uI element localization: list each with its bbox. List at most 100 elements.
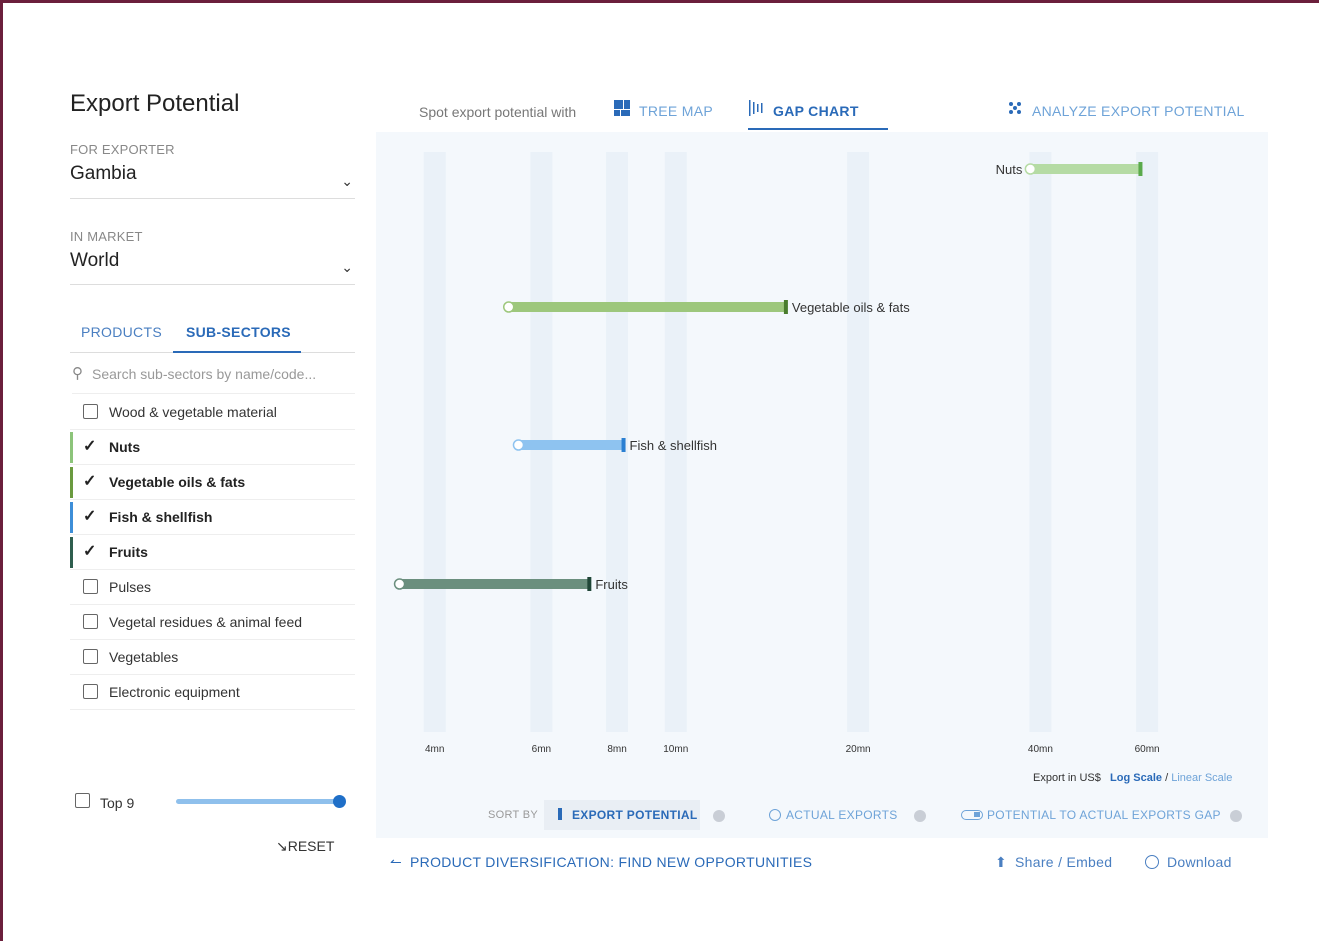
sort-gap-label: POTENTIAL TO ACTUAL EXPORTS GAP	[987, 808, 1221, 822]
checkbox[interactable]	[83, 614, 98, 629]
checkbox[interactable]	[83, 404, 98, 419]
tab-products[interactable]: PRODUCTS	[81, 324, 162, 340]
list-item-label: Pulses	[109, 579, 152, 595]
tree-map-button[interactable]: TREE MAP	[614, 100, 713, 119]
actual-export-point[interactable]	[502, 301, 515, 313]
check-icon[interactable]: ✓	[83, 436, 96, 456]
search-input[interactable]: ⚲ Search sub-sectors by name/code...	[72, 362, 355, 394]
axis-unit-label: Export in US$	[1033, 772, 1101, 784]
help-icon[interactable]	[713, 810, 725, 822]
analyze-icon	[1007, 100, 1023, 119]
search-placeholder: Search sub-sectors by name/code...	[92, 366, 317, 382]
potential-marker[interactable]	[621, 438, 626, 452]
check-icon[interactable]: ✓	[83, 506, 96, 526]
x-tick-label: 10mn	[663, 744, 688, 755]
check-icon[interactable]: ✓	[83, 541, 96, 561]
actual-export-point[interactable]	[512, 439, 525, 451]
x-tick-label: 60mn	[1135, 744, 1160, 755]
list-item[interactable]: Pulses	[70, 570, 355, 605]
market-value: World	[70, 250, 120, 271]
sort-bar: SORT BY EXPORT POTENTIAL ACTUAL EXPORTS …	[376, 796, 1268, 836]
spot-text: Spot export potential with	[419, 104, 577, 120]
sort-export-potential-button[interactable]: EXPORT POTENTIAL	[544, 800, 700, 830]
active-view-indicator	[748, 128, 888, 130]
gap-icon	[961, 810, 983, 820]
help-icon[interactable]	[1230, 810, 1242, 822]
top-n-checkbox[interactable]	[75, 793, 90, 808]
exporter-select[interactable]: FOR EXPORTER Gambia ⌄	[70, 142, 355, 199]
potential-marker[interactable]	[783, 300, 788, 314]
gridline	[1029, 152, 1052, 732]
tab-sub-sectors[interactable]: SUB-SECTORS	[186, 324, 291, 340]
share-icon: ⬆	[995, 854, 1008, 870]
actual-exports-icon	[769, 809, 781, 821]
actual-export-point[interactable]	[393, 578, 406, 590]
gap-bar[interactable]	[508, 302, 786, 312]
list-item[interactable]: Vegetables	[70, 640, 355, 675]
series-color-bar	[70, 502, 73, 533]
list-item-label: Vegetable oils & fats	[109, 474, 246, 490]
x-tick-label: 4mn	[425, 744, 444, 755]
list-item-label: Vegetal residues & animal feed	[109, 614, 303, 630]
gridline	[1136, 152, 1159, 732]
gap-bar[interactable]	[518, 440, 624, 450]
help-icon[interactable]	[914, 810, 926, 822]
linear-scale-link[interactable]: Linear Scale	[1171, 772, 1232, 784]
gap-bar[interactable]	[1030, 164, 1141, 174]
exporter-value: Gambia	[70, 163, 137, 184]
list-item[interactable]: Vegetal residues & animal feed	[70, 605, 355, 640]
list-item-label: Fruits	[109, 544, 148, 560]
top-n-label: Top 9	[100, 795, 135, 811]
reset-button[interactable]: ↘RESET	[276, 838, 334, 855]
series-label: Nuts	[996, 162, 1023, 177]
chevron-down-icon: ⌄	[341, 173, 353, 189]
analyze-label: ANALYZE EXPORT POTENTIAL	[1032, 103, 1245, 119]
check-icon[interactable]: ✓	[83, 471, 96, 491]
product-diversification-link[interactable]: ↼ PRODUCT DIVERSIFICATION: FIND NEW OPPOR…	[390, 854, 812, 871]
analyze-export-potential-button[interactable]: ANALYZE EXPORT POTENTIAL	[1007, 100, 1245, 119]
list-item-label: Vegetables	[109, 649, 179, 665]
series-color-bar	[70, 467, 73, 498]
sort-actual-exports-button[interactable]: ACTUAL EXPORTS	[769, 800, 898, 830]
list-item[interactable]: ✓ Fruits	[70, 535, 355, 570]
log-scale-link[interactable]: Log Scale	[1110, 772, 1162, 784]
sort-by-label: SORT BY	[488, 809, 538, 821]
download-label: Download	[1167, 854, 1232, 870]
share-embed-button[interactable]: ⬆ Share / Embed	[995, 854, 1112, 871]
list-item[interactable]: ✓ Fish & shellfish	[70, 500, 355, 535]
checkbox[interactable]	[83, 579, 98, 594]
arrow-icon: ↼	[390, 854, 403, 870]
gap-chart: 4mn 6mn 8mn 10mn 20mn 40mn 60mn Nuts Vegetable o…	[393, 152, 1160, 755]
list-item-label: Wood & vegetable material	[109, 404, 277, 420]
checkbox[interactable]	[83, 684, 98, 699]
potential-marker[interactable]	[587, 577, 592, 591]
actual-export-point[interactable]	[1024, 163, 1037, 175]
x-tick-label: 8mn	[607, 744, 626, 755]
series-color-bar	[70, 537, 73, 568]
scale-switcher: Export in US$ Log Scale / Linear Scale	[1033, 772, 1232, 784]
potential-marker[interactable]	[1138, 162, 1143, 176]
x-tick-label: 20mn	[846, 744, 871, 755]
gap-bar[interactable]	[399, 579, 590, 589]
list-item[interactable]: Electronic equipment	[70, 675, 355, 710]
checkbox[interactable]	[83, 649, 98, 664]
download-button[interactable]: Download	[1145, 854, 1232, 870]
sort-gap-button[interactable]: POTENTIAL TO ACTUAL EXPORTS GAP	[961, 800, 1221, 830]
list-item[interactable]: ✓ Vegetable oils & fats	[70, 465, 355, 500]
slider-handle[interactable]	[333, 795, 346, 808]
list-item[interactable]: Wood & vegetable material	[70, 395, 355, 430]
top-n-slider[interactable]	[176, 799, 341, 804]
series-label: Vegetable oils & fats	[792, 300, 910, 315]
list-item-label: Nuts	[109, 439, 141, 455]
gap-chart-button[interactable]: GAP CHART	[748, 100, 859, 119]
gap-chart-label: GAP CHART	[773, 103, 859, 119]
series-label: Fish & shellfish	[630, 438, 717, 453]
list-item[interactable]: ✓ Nuts	[70, 430, 355, 465]
sort-actual-exports-label: ACTUAL EXPORTS	[786, 808, 898, 822]
market-select[interactable]: IN MARKET World ⌄	[70, 229, 355, 285]
tree-map-icon	[614, 100, 630, 119]
gap-chart-icon	[748, 100, 764, 119]
market-label: IN MARKET	[70, 229, 143, 244]
list-item-label: Fish & shellfish	[109, 509, 213, 525]
share-label: Share / Embed	[1015, 854, 1113, 870]
